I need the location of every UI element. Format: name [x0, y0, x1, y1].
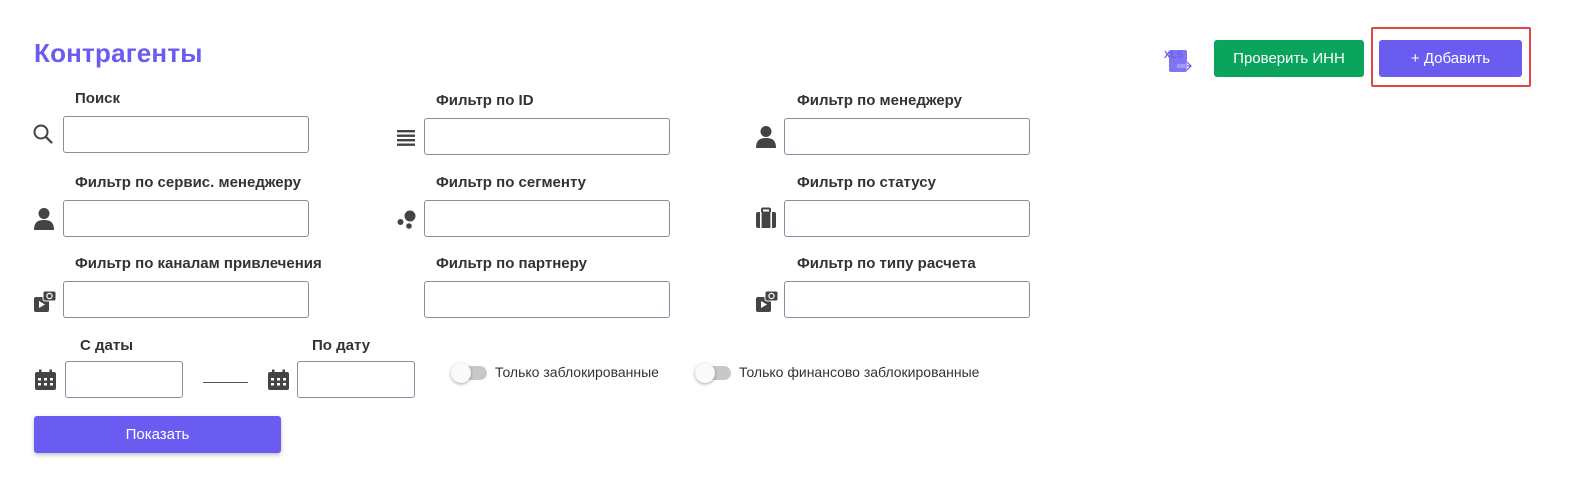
check-inn-button[interactable]: Проверить ИНН — [1214, 40, 1364, 77]
search-input[interactable] — [63, 116, 309, 153]
show-button[interactable]: Показать — [34, 416, 281, 453]
filter-service-manager-label: Фильтр по сервис. менеджеру — [75, 174, 301, 191]
date-from-input[interactable] — [65, 361, 183, 398]
filter-manager-input[interactable] — [784, 118, 1030, 155]
calendar-icon — [267, 369, 289, 391]
filter-status-input[interactable] — [784, 200, 1030, 237]
blocked-only-toggle[interactable] — [451, 363, 487, 383]
toggle-knob — [451, 363, 471, 383]
filter-partner-label: Фильтр по партнеру — [436, 255, 587, 272]
toggle-knob — [695, 363, 715, 383]
media-icon — [33, 290, 57, 312]
filter-status-label: Фильтр по статусу — [797, 174, 936, 191]
date-range-separator — [203, 382, 248, 383]
export-xls-icon[interactable]: XLS — [1163, 44, 1197, 76]
filter-segment-label: Фильтр по сегменту — [436, 174, 587, 191]
search-icon — [32, 123, 54, 145]
list-icon — [396, 127, 418, 149]
filter-channels-label: Фильтр по каналам привлечения — [75, 255, 322, 272]
filter-service-manager-input[interactable] — [63, 200, 309, 237]
search-label: Поиск — [75, 90, 121, 107]
xls-text: XLS — [1164, 50, 1184, 61]
filter-channels-input[interactable] — [63, 281, 309, 318]
filter-segment-input[interactable] — [424, 200, 670, 237]
filter-payment-type-input[interactable] — [784, 281, 1030, 318]
page-title: Контрагенты — [34, 38, 203, 68]
filter-payment-type-label: Фильтр по типу расчета — [797, 255, 976, 272]
blocked-only-label: Только заблокированные — [495, 364, 659, 380]
segment-icon — [396, 208, 418, 230]
calendar-icon — [34, 369, 56, 391]
date-to-label: По дату — [312, 337, 371, 354]
briefcase-icon — [755, 207, 777, 229]
filter-id-label: Фильтр по ID — [436, 92, 534, 109]
add-button[interactable]: + Добавить — [1379, 40, 1522, 77]
filter-id-input[interactable] — [424, 118, 670, 155]
media-icon — [755, 290, 779, 312]
fin-blocked-only-toggle[interactable] — [695, 363, 731, 383]
date-to-input[interactable] — [297, 361, 415, 398]
filter-manager-label: Фильтр по менеджеру — [797, 92, 962, 109]
date-from-label: С даты — [80, 337, 134, 354]
user-icon — [755, 125, 777, 148]
filter-partner-input[interactable] — [424, 281, 670, 318]
user-icon — [33, 207, 55, 230]
fin-blocked-only-label: Только финансово заблокированные — [739, 364, 980, 380]
